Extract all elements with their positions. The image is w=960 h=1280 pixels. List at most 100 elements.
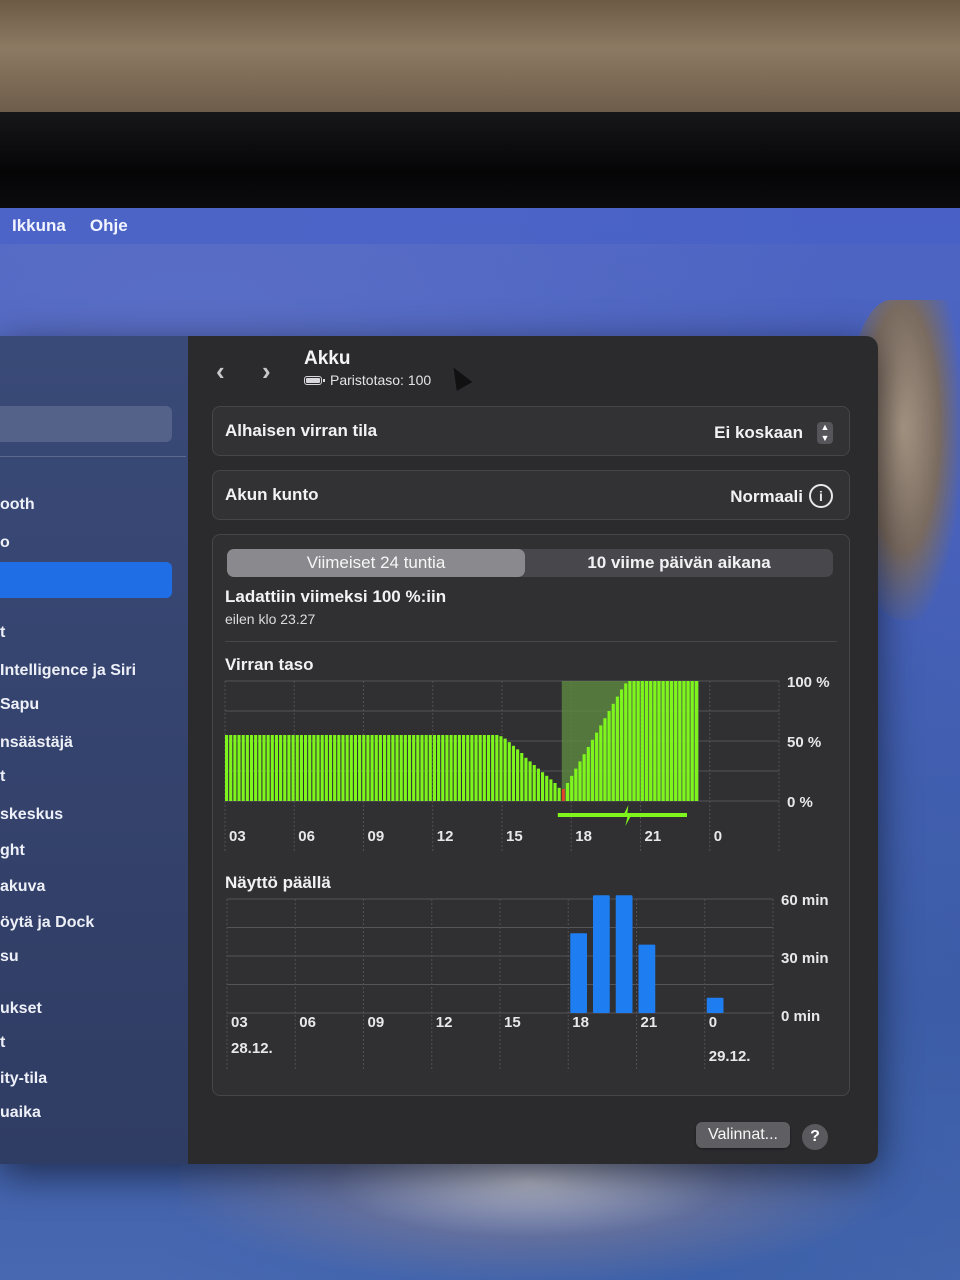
menu-ohje[interactable]: Ohje	[90, 216, 128, 236]
sidebar-item-sound[interactable]: t	[0, 1034, 5, 1052]
battery-level-bar	[449, 735, 453, 801]
battery-level-bar	[399, 735, 403, 801]
battery-level-bar	[674, 681, 678, 801]
info-icon[interactable]: i	[809, 484, 833, 508]
battery-level-bar	[262, 735, 266, 801]
battery-level-bar	[507, 742, 511, 801]
sidebar-search-field[interactable]	[0, 406, 172, 442]
battery-level-bar	[516, 749, 520, 801]
x-tick-label: 18	[575, 828, 592, 845]
battery-level-bar	[586, 747, 590, 801]
sidebar-item-desktop-dock[interactable]: öytä ja Dock	[0, 914, 94, 932]
battery-level-text: Paristotaso: 100	[330, 372, 432, 388]
sidebar-item-apple-intelligence[interactable]: Intelligence ja Siri	[0, 662, 136, 680]
battery-level-bar	[653, 681, 657, 801]
battery-level-bar	[545, 775, 549, 801]
back-button[interactable]: ‹	[216, 356, 225, 387]
popup-chevron-icon[interactable]: ▲ ▼	[817, 422, 833, 444]
low-power-mode-row[interactable]: Alhaisen virran tila Ei koskaan ▲ ▼	[212, 406, 850, 456]
screen-on-bar	[638, 944, 656, 1013]
battery-health-row: Akun kunto Normaali i	[212, 470, 850, 520]
y-tick-label: 50 %	[787, 734, 821, 751]
battery-level-bar	[478, 735, 482, 801]
battery-level-bar	[669, 681, 674, 801]
sidebar-item-screen-time[interactable]: uaika	[0, 1104, 41, 1122]
battery-level-bar	[358, 735, 362, 801]
battery-level-bar	[457, 735, 461, 801]
sidebar-item-control-center[interactable]: skeskus	[0, 806, 63, 824]
tab-last-24-hours[interactable]: Viimeiset 24 tuntia	[227, 549, 525, 577]
time-range-segmented-control[interactable]: Viimeiset 24 tuntia 10 viime päivän aika…	[227, 549, 833, 577]
x-tick-label: 09	[368, 1014, 385, 1031]
wall-background	[0, 0, 960, 120]
battery-level-bar	[229, 735, 233, 801]
battery-level-bar	[387, 735, 391, 801]
battery-level-chart: 100 % 50 % 0 % 03 06 09 12 15 18 21 0	[224, 675, 830, 851]
battery-level-bar	[237, 735, 241, 801]
battery-level-bar	[565, 783, 570, 801]
battery-level-bar	[636, 681, 640, 801]
battery-level-bar	[491, 735, 495, 801]
battery-level-bar	[274, 735, 279, 801]
battery-level-bar	[337, 735, 341, 801]
battery-level-bar	[353, 735, 358, 801]
battery-level-bar	[607, 711, 611, 801]
battery-level-bar	[549, 779, 553, 801]
battery-level-bar	[511, 745, 516, 801]
x-tick-label: 0	[709, 1014, 717, 1031]
last-charged-time: eilen klo 23.27	[225, 611, 316, 627]
screen-on-chart: 60 min 30 min 0 min 03 06 09 12 15 18 21 0 28.12. 29…	[226, 893, 829, 1069]
sidebar-item-wallpaper[interactable]: akuva	[0, 878, 45, 896]
last-charged-label: Ladattiin viimeksi 100 %:iin	[225, 587, 447, 606]
options-button[interactable]: Valinnat...	[696, 1122, 790, 1148]
sidebar: ooth o t Intelligence ja Siri Sapu nsääs…	[0, 336, 189, 1164]
battery-level-bar	[632, 681, 636, 801]
menu-ikkuna[interactable]: Ikkuna	[12, 216, 66, 236]
sidebar-item-displays[interactable]: su	[0, 948, 19, 966]
battery-level-bar	[295, 735, 299, 801]
battery-level-bar	[628, 681, 632, 801]
battery-level-bar	[620, 689, 624, 801]
screen-on-bar	[593, 895, 610, 1013]
battery-level-bar	[279, 735, 283, 801]
battery-level-bar	[428, 735, 432, 801]
battery-level-bar	[249, 735, 254, 801]
sidebar-item-appearance[interactable]: t	[0, 768, 5, 786]
battery-level-bar	[245, 735, 249, 801]
sidebar-item-screensaver[interactable]: nsäästäjä	[0, 734, 73, 752]
battery-level-bar	[304, 735, 308, 801]
menu-bar: Ikkuna Ohje	[0, 208, 960, 244]
battery-level-subtitle: Paristotaso: 100	[304, 372, 431, 388]
sidebar-item-accessibility[interactable]: Sapu	[0, 696, 39, 714]
sidebar-item-battery-selected[interactable]	[0, 562, 172, 598]
y-tick-label: 60 min	[781, 893, 829, 909]
battery-level-bar	[345, 735, 349, 801]
help-icon[interactable]: ?	[802, 1124, 828, 1150]
low-power-mode-value[interactable]: Ei koskaan	[714, 423, 803, 443]
battery-level-bar	[661, 681, 665, 801]
x-tick-label: 15	[504, 1014, 521, 1031]
sidebar-item-bluetooth[interactable]: ooth	[0, 496, 35, 514]
battery-level-bar	[333, 735, 337, 801]
battery-level-bar	[499, 736, 503, 801]
battery-level-bar	[441, 735, 445, 801]
sidebar-item-general[interactable]: t	[0, 624, 5, 642]
battery-level-bar	[561, 789, 565, 801]
battery-level-bar	[599, 725, 603, 801]
x-tick-label: 12	[436, 1014, 453, 1031]
battery-level-bar	[557, 787, 561, 801]
battery-level-bar	[686, 681, 690, 801]
sidebar-item-notifications[interactable]: ukset	[0, 1000, 42, 1018]
tab-last-10-days[interactable]: 10 viime päivän aikana	[525, 549, 833, 577]
battery-level-bar	[383, 735, 387, 801]
battery-level-bar	[644, 681, 649, 801]
y-tick-label: 0 min	[781, 1008, 820, 1025]
sidebar-item-network[interactable]: o	[0, 534, 10, 552]
x-tick-label: 12	[437, 828, 454, 845]
battery-level-bar	[266, 735, 270, 801]
forward-button[interactable]: ›	[262, 356, 271, 387]
battery-level-bar	[595, 732, 599, 801]
sidebar-item-focus[interactable]: ity-tila	[0, 1070, 47, 1088]
battery-level-bar	[528, 761, 532, 801]
sidebar-item-spotlight[interactable]: ght	[0, 842, 25, 860]
